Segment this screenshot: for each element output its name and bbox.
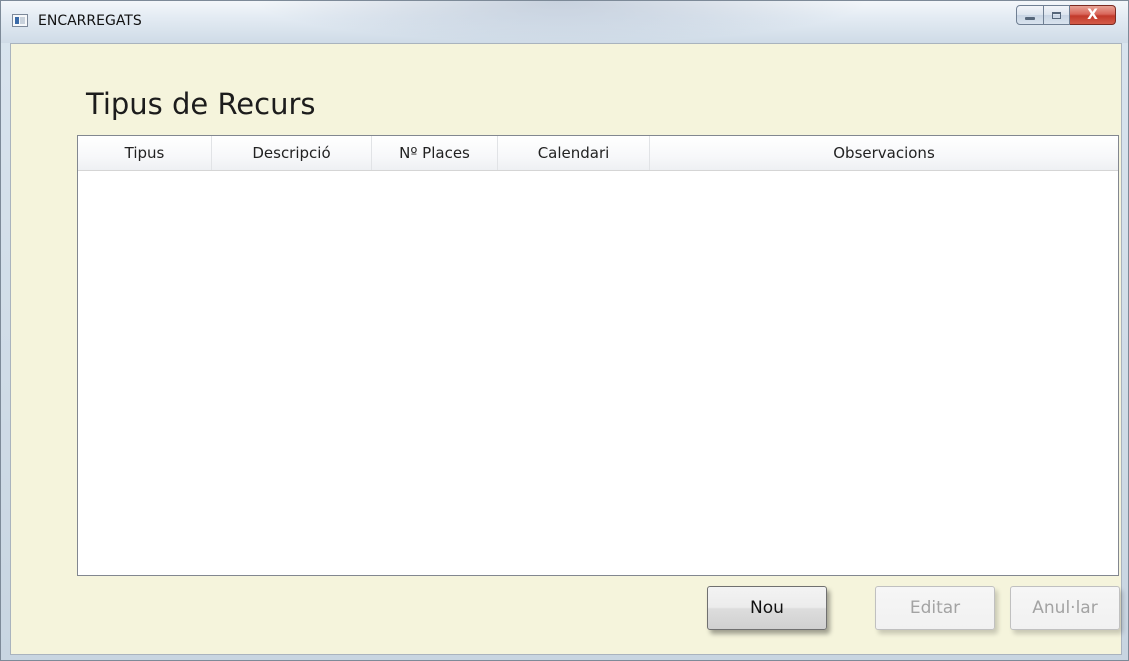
app-icon — [12, 14, 28, 27]
minimize-button[interactable] — [1016, 5, 1044, 25]
column-header-observacions[interactable]: Observacions — [650, 136, 1118, 170]
column-header-descripcio[interactable]: Descripció — [212, 136, 372, 170]
cancel-button[interactable]: Anul·lar — [1010, 586, 1120, 630]
column-header-tipus[interactable]: Tipus — [78, 136, 212, 170]
app-window: ENCARREGATS X Tipus de Recurs Tipus Desc… — [0, 0, 1129, 661]
new-button[interactable]: Nou — [707, 586, 827, 630]
page-title: Tipus de Recurs — [86, 87, 316, 121]
column-header-calendari[interactable]: Calendari — [498, 136, 650, 170]
title-bar[interactable]: ENCARREGATS X — [1, 1, 1128, 43]
close-button[interactable]: X — [1070, 5, 1116, 25]
column-header-places[interactable]: Nº Places — [372, 136, 498, 170]
close-icon: X — [1087, 7, 1098, 23]
window-title: ENCARREGATS — [38, 13, 142, 29]
resource-types-grid[interactable]: Tipus Descripció Nº Places Calendari Obs… — [77, 135, 1119, 576]
edit-button[interactable]: Editar — [875, 586, 995, 630]
grid-body[interactable] — [78, 171, 1118, 575]
grid-header: Tipus Descripció Nº Places Calendari Obs… — [78, 136, 1118, 171]
caption-buttons: X — [1016, 5, 1116, 27]
maximize-button[interactable] — [1044, 5, 1070, 25]
maximize-icon — [1052, 11, 1061, 19]
minimize-icon — [1025, 16, 1035, 20]
